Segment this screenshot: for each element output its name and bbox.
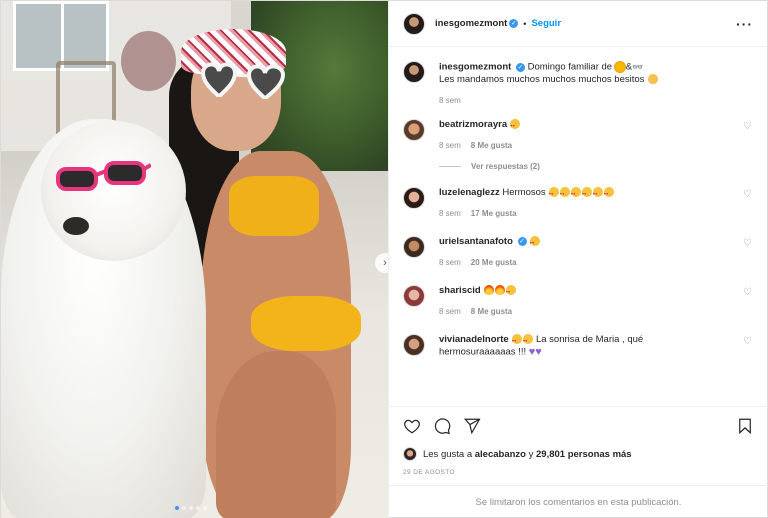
verified-icon: ✓ (509, 19, 519, 28)
comment: vivianadelnorte La sonrisa de Maria , qu… (402, 333, 753, 359)
likes-count[interactable]: 29,801 personas más (536, 449, 632, 460)
more-icon[interactable]: ··· (736, 16, 753, 32)
carousel-dots (175, 506, 207, 510)
likes-conj: y (528, 448, 534, 460)
follow-button[interactable]: Seguir (531, 18, 561, 29)
heart-eyes-emoji-icon (581, 187, 592, 200)
post-side-panel: inesgomezmont ✓ • Seguir ··· inesgomezmo… (387, 1, 768, 518)
avatar[interactable] (402, 284, 425, 307)
owner-username[interactable]: inesgomezmont (435, 18, 507, 29)
comment-username[interactable]: urielsantanafoto (439, 236, 513, 247)
like-count[interactable]: 8 Me gusta (471, 307, 512, 316)
heart-eyes-emoji-icon (592, 187, 603, 200)
heart-icon[interactable]: ♡ (743, 238, 753, 249)
avatar[interactable] (402, 118, 425, 141)
comment: shariscid 8 sem 8 Me gusta ♡ (402, 284, 753, 316)
avatar[interactable] (402, 12, 425, 35)
timestamp: 8 sem (438, 208, 461, 218)
avatar[interactable] (402, 186, 425, 209)
comment-username[interactable]: vivianadelnorte (439, 334, 509, 345)
post-header: inesgomezmont ✓ • Seguir ··· (388, 1, 767, 47)
like-count[interactable]: 8 Me gusta (471, 141, 512, 150)
chevron-right-icon[interactable]: › (375, 253, 388, 273)
action-bar: Les gusta a alecabanzo y 29,801 personas… (388, 406, 768, 476)
post-photo[interactable]: › (1, 1, 388, 518)
dog-sunglasses (56, 161, 151, 191)
heart-eyes-emoji-icon (511, 334, 522, 347)
bookmark-icon[interactable] (736, 417, 754, 435)
timestamp: 8 sem (438, 95, 461, 105)
heart-eyes-emoji-icon (548, 187, 559, 200)
timestamp: 8 sem (438, 306, 461, 316)
like-count[interactable]: 17 Me gusta (471, 209, 517, 218)
like-count[interactable]: 20 Me gusta (471, 258, 517, 267)
share-icon[interactable] (463, 417, 481, 435)
comment-text-2: hermosuraaaaaas !!! (438, 346, 527, 358)
heart-eyes-emoji-icon (570, 187, 581, 200)
caption-text-2: Les mandamos muchos muchos muchos besito… (438, 73, 645, 85)
comment: urielsantanafoto ✓ 8 sem 20 Me gusta ♡ (402, 235, 753, 267)
heart-eyes-emoji-icon (529, 236, 540, 249)
comment-text: Hermosos (502, 186, 546, 198)
heart-icon[interactable]: ♡ (743, 121, 753, 132)
heart-icon[interactable]: ♡ (743, 336, 753, 347)
liker-username[interactable]: alecabanzo (475, 449, 526, 460)
post-modal: › inesgomezmont ✓ • Seguir ··· inesgomez… (0, 0, 768, 518)
timestamp: 8 sem (438, 140, 461, 150)
heart-icon[interactable]: ♡ (743, 189, 753, 200)
heart-eyes-emoji-icon (505, 285, 516, 298)
comment-text: La sonrisa de Maria , qué (535, 333, 644, 345)
bear-emoji-icon (647, 74, 658, 84)
fire-emoji-icon (483, 285, 494, 295)
verified-icon: ✓ (515, 62, 525, 72)
heart-sunglasses (200, 62, 286, 101)
sunglasses-emoji-icon: 👓 (632, 62, 644, 72)
avatar[interactable] (402, 61, 425, 83)
post-date[interactable]: 29 DE AGOSTO (403, 469, 754, 476)
timestamp: 8 sem (438, 257, 461, 267)
comment-username[interactable]: shariscid (439, 285, 481, 296)
heart-eyes-emoji-icon (559, 187, 570, 200)
heart-eyes-emoji-icon (510, 119, 521, 132)
heart-eyes-emoji-icon (603, 187, 614, 200)
likes-prefix: Les gusta a (422, 448, 473, 460)
verified-icon: ✓ (517, 236, 527, 246)
comment-icon[interactable] (433, 417, 451, 435)
heart-icon[interactable]: ♡ (743, 287, 753, 298)
heart-icon[interactable] (403, 417, 421, 435)
comment: beatrizmorayra 8 sem 8 Me gusta ♡ (402, 118, 753, 150)
likes-summary: Les gusta a alecabanzo y 29,801 personas… (402, 447, 754, 461)
avatar[interactable] (402, 447, 417, 461)
caption-text: Domingo familiar de (527, 61, 613, 73)
avatar[interactable] (402, 235, 425, 258)
view-replies-label: Ver respuestas (2) (470, 161, 540, 171)
avatar[interactable] (402, 333, 425, 356)
comments-limited-notice: Se limitaron los comentarios en esta pub… (388, 485, 768, 518)
comment-username[interactable]: luzelenaglezz (439, 187, 500, 198)
comment: luzelenaglezz Hermosos 8 sem 17 Me gusta… (402, 186, 753, 218)
comments-list: inesgomezmont ✓ Domingo familiar de &👓 L… (389, 47, 767, 405)
sun-emoji-icon (615, 62, 626, 72)
heart-eyes-emoji-icon (522, 334, 533, 347)
comment-username[interactable]: beatrizmorayra (439, 119, 507, 130)
fire-emoji-icon (494, 285, 505, 295)
caption: inesgomezmont ✓ Domingo familiar de &👓 L… (402, 61, 753, 105)
purple-heart-icon: ♥ (535, 345, 542, 358)
caption-username[interactable]: inesgomezmont (439, 62, 511, 73)
view-replies-button[interactable]: Ver respuestas (2) (438, 161, 753, 171)
